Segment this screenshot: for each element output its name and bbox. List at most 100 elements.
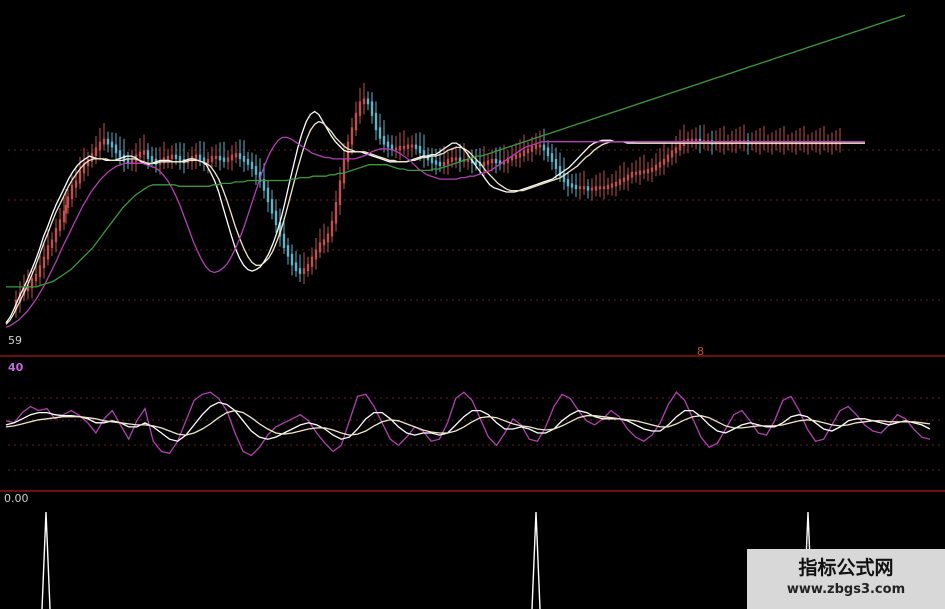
candle-body bbox=[590, 187, 594, 191]
candle-body bbox=[638, 170, 642, 175]
candle-body bbox=[486, 160, 490, 165]
candle-body bbox=[538, 144, 542, 148]
candle-body bbox=[150, 156, 154, 162]
moving-average-lines bbox=[5, 14, 906, 328]
candle-body bbox=[746, 140, 750, 145]
candle-body bbox=[370, 101, 374, 116]
candle-body bbox=[454, 157, 458, 161]
candle-body bbox=[634, 171, 638, 175]
candle-body bbox=[130, 158, 134, 164]
candle-body bbox=[630, 171, 634, 178]
candle-body bbox=[594, 186, 598, 191]
candle-body bbox=[286, 245, 290, 257]
candle-body bbox=[110, 141, 114, 148]
candle-body bbox=[78, 170, 82, 184]
candle-body bbox=[34, 273, 38, 282]
candle-body bbox=[246, 158, 250, 165]
candle-body bbox=[106, 138, 110, 145]
candle-body bbox=[226, 157, 230, 162]
watermark-url: www.zbgs3.com bbox=[786, 582, 906, 597]
candle-body bbox=[482, 161, 486, 167]
oscillator-lines bbox=[5, 391, 931, 457]
candle-body bbox=[42, 256, 46, 269]
candle-body bbox=[266, 187, 270, 203]
panel-separators bbox=[0, 355, 945, 492]
watermark-title: 指标公式网 bbox=[798, 557, 894, 579]
signal-spike bbox=[41, 511, 51, 609]
candle-body bbox=[298, 268, 302, 274]
candle-body bbox=[618, 179, 622, 185]
candle-body bbox=[334, 202, 338, 224]
candle-body bbox=[294, 262, 298, 272]
candle-body bbox=[374, 112, 378, 131]
candle-body bbox=[450, 157, 454, 162]
candle-body bbox=[434, 160, 438, 165]
candle-body bbox=[218, 156, 222, 161]
candle-body bbox=[494, 158, 498, 164]
signal-spike bbox=[531, 511, 541, 609]
candle-body bbox=[274, 210, 278, 226]
candle-body bbox=[622, 177, 626, 182]
candle-body bbox=[350, 127, 354, 145]
candle-body bbox=[166, 156, 170, 161]
candle-body bbox=[358, 101, 362, 116]
candle-body bbox=[602, 186, 606, 190]
candle-body bbox=[326, 233, 330, 243]
candle-body bbox=[574, 184, 578, 190]
candle-body bbox=[666, 154, 670, 162]
candle-body bbox=[138, 151, 142, 158]
candle-body bbox=[102, 138, 106, 145]
candle-body bbox=[46, 245, 50, 260]
candle-body bbox=[170, 154, 174, 159]
price-marker-label: 8 bbox=[697, 345, 704, 358]
candle-body bbox=[710, 140, 714, 145]
candle-body bbox=[318, 242, 322, 253]
candle-body bbox=[490, 158, 494, 164]
candle-body bbox=[194, 154, 198, 159]
osc-tick-bottom-left: 0.00 bbox=[4, 492, 29, 505]
candle-body bbox=[402, 146, 406, 149]
candle-body bbox=[290, 253, 294, 266]
candle-body bbox=[410, 144, 414, 148]
candle-body bbox=[414, 144, 418, 149]
price-tick-bottom-left: 59 bbox=[8, 334, 22, 347]
candle-body bbox=[114, 144, 118, 154]
stock-chart bbox=[0, 14, 945, 609]
candle-body bbox=[214, 156, 218, 159]
candlesticks bbox=[14, 82, 842, 318]
candle-body bbox=[550, 153, 554, 162]
candle-body bbox=[546, 147, 550, 157]
candle-body bbox=[674, 147, 678, 154]
candle-body bbox=[522, 150, 526, 157]
candle-body bbox=[518, 153, 522, 158]
candle-body bbox=[58, 219, 62, 231]
candle-body bbox=[314, 249, 318, 260]
candle-body bbox=[98, 141, 102, 151]
candle-body bbox=[126, 158, 130, 164]
candle-body bbox=[378, 127, 382, 139]
candle-body bbox=[438, 161, 442, 167]
candle-body bbox=[730, 140, 734, 145]
candle-body bbox=[282, 233, 286, 249]
candle-body bbox=[54, 227, 58, 243]
candle-body bbox=[242, 156, 246, 162]
candle-body bbox=[598, 186, 602, 190]
candle-body bbox=[338, 180, 342, 205]
candle-body bbox=[578, 186, 582, 190]
candle-body bbox=[362, 98, 366, 105]
candle-body bbox=[394, 147, 398, 151]
candle-body bbox=[66, 196, 70, 208]
candle-body bbox=[118, 150, 122, 158]
candle-body bbox=[50, 239, 54, 249]
candle-body bbox=[662, 158, 666, 165]
candle-body bbox=[310, 256, 314, 267]
candle-body bbox=[302, 268, 306, 274]
candle-body bbox=[74, 180, 78, 188]
candle-body bbox=[586, 186, 590, 191]
candle-body bbox=[206, 158, 210, 164]
candle-body bbox=[382, 135, 386, 145]
candle-body bbox=[366, 98, 370, 105]
candle-body bbox=[398, 146, 402, 151]
candle-body bbox=[542, 144, 546, 151]
candle-body bbox=[38, 265, 42, 277]
